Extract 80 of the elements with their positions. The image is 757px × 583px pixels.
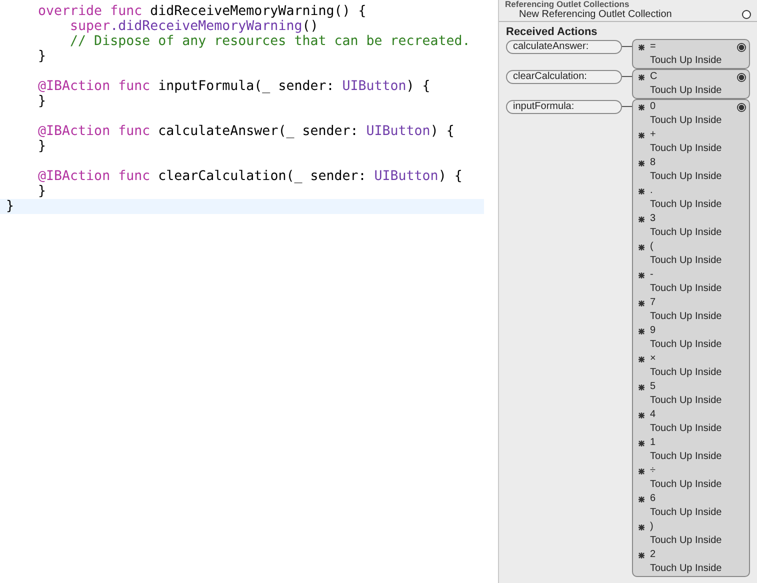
section-heading: Referencing Outlet Collections [505,0,630,8]
sender-label: 0 [650,100,656,114]
disconnect-icon[interactable] [638,160,645,166]
code-line: } [37,49,48,64]
sender-label: 9 [650,324,656,338]
disconnect-icon[interactable] [638,216,645,222]
disconnect-icon[interactable] [638,74,645,80]
event-label: Touch Up Inside [649,84,723,98]
sender-label: 1 [650,436,656,450]
event-label: Touch Up Inside [649,534,723,548]
event-label: Touch Up Inside [649,54,723,68]
disconnect-icon[interactable] [638,104,645,110]
action-name[interactable]: inputFormula: [506,100,622,114]
event-label: Touch Up Inside [649,562,723,576]
code-line: super.didReceiveMemoryWarning() [69,19,320,34]
sender-label: 5 [650,380,656,394]
connection-circle-icon[interactable] [737,43,746,52]
sender-label: - [650,268,654,282]
event-label: Touch Up Inside [649,226,723,240]
code-line: @IBAction func inputFormula(_ sender: UIButton) { [37,79,432,94]
event-label: Touch Up Inside [649,366,723,380]
sender-label: 6 [650,492,656,506]
connector-line [622,46,632,47]
connector-line [622,106,632,107]
sender-label: C [650,70,658,84]
new-outlet-collection-label: New Referencing Outlet Collection [519,9,672,21]
disconnect-icon[interactable] [638,356,645,362]
sender-label: 3 [650,212,656,226]
event-label: Touch Up Inside [649,478,723,492]
disconnect-icon[interactable] [638,244,645,250]
disconnect-icon[interactable] [638,552,645,558]
event-label: Touch Up Inside [649,422,723,436]
connector-line [622,76,632,77]
event-label: Touch Up Inside [649,254,723,268]
sender-label: = [650,40,656,54]
event-label: Touch Up Inside [649,338,723,352]
connection-circle-icon[interactable] [742,10,751,19]
code-line: } [37,184,48,199]
disconnect-icon[interactable] [638,188,645,194]
event-label: Touch Up Inside [649,450,723,464]
code-line: @IBAction func clearCalculation(_ sender: UIButton) { [37,169,464,184]
sender-label: ( [650,240,654,254]
sender-label: 7 [650,296,656,310]
code-line: } [37,139,48,154]
code-line: // Dispose of any resources that can be recreated. [69,34,472,49]
event-label: Touch Up Inside [649,310,723,324]
sender-label: ÷ [650,464,656,478]
code-line: } [37,94,48,109]
event-label: Touch Up Inside [649,506,723,520]
event-label: Touch Up Inside [649,198,723,212]
sender-label: ) [650,520,654,534]
disconnect-icon[interactable] [638,384,645,390]
sender-label: 4 [650,408,656,422]
code-line: override func didReceiveMemoryWarning() { [37,4,368,19]
disconnect-icon[interactable] [638,412,645,418]
event-label: Touch Up Inside [649,142,723,156]
connection-circle-icon[interactable] [737,103,746,112]
disconnect-icon[interactable] [638,44,645,50]
disconnect-icon[interactable] [638,272,645,278]
code-line: @IBAction func calculateAnswer(_ sender: UIButton) { [37,124,456,139]
disconnect-icon[interactable] [638,328,645,334]
disconnect-icon[interactable] [638,496,645,502]
section-heading: Received Actions [506,25,598,39]
connection-circle-icon[interactable] [737,73,746,82]
event-label: Touch Up Inside [649,282,723,296]
event-label: Touch Up Inside [649,394,723,408]
disconnect-icon[interactable] [638,524,645,530]
disconnect-icon[interactable] [638,468,645,474]
event-label: Touch Up Inside [649,114,723,128]
action-name[interactable]: calculateAnswer: [506,40,622,54]
sender-label: 8 [650,156,656,170]
disconnect-icon[interactable] [638,440,645,446]
disconnect-icon[interactable] [638,132,645,138]
action-name[interactable]: clearCalculation: [506,70,622,84]
event-label: Touch Up Inside [649,170,723,184]
sender-label: + [650,128,656,142]
sender-label: . [650,184,653,198]
sender-label: 2 [650,548,656,562]
disconnect-icon[interactable] [638,300,645,306]
sender-label: × [650,352,656,366]
